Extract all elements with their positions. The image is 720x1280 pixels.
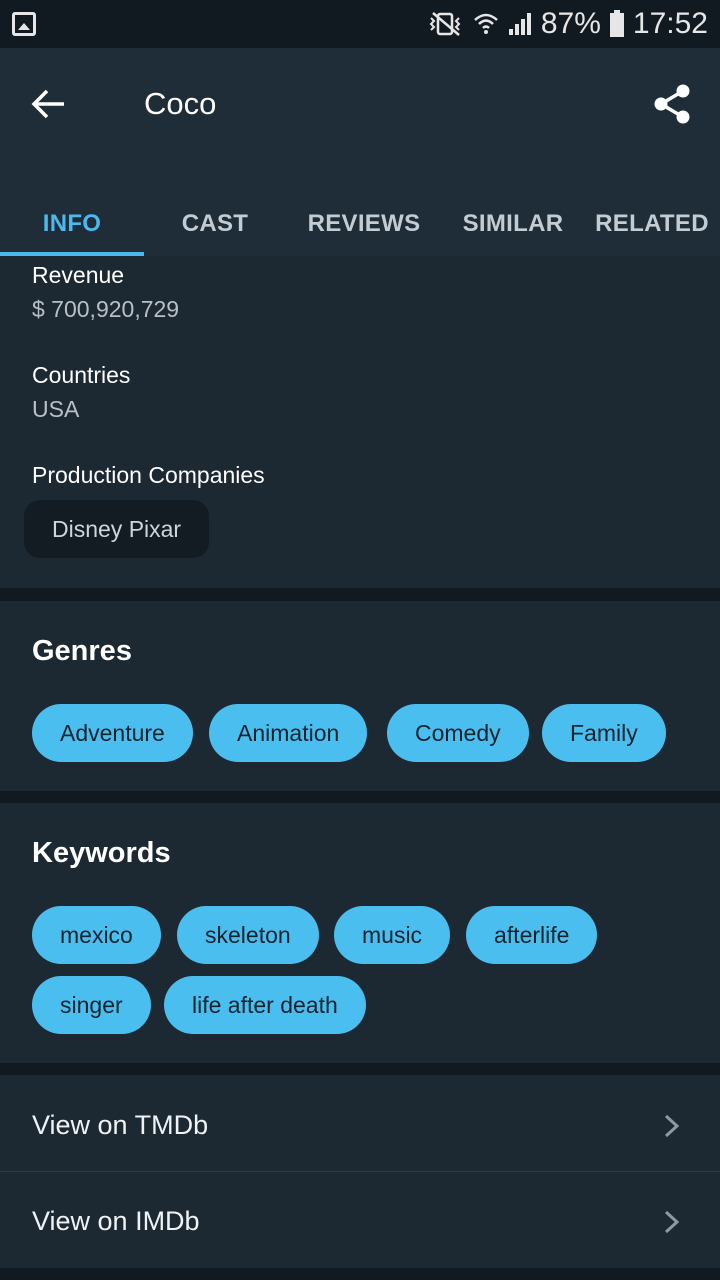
gallery-notification-icon [12,12,36,36]
chevron-right-icon [664,1210,680,1234]
share-icon[interactable] [652,82,692,126]
chevron-right-icon [664,1114,680,1138]
keyword-chip[interactable]: afterlife [466,906,598,964]
tab-cast[interactable]: CAST [144,192,286,256]
keywords-title: Keywords [32,837,171,869]
view-on-tmdb-label: View on TMDb [32,1109,209,1140]
view-on-imdb-label: View on IMDb [32,1205,200,1236]
keyword-chip[interactable]: mexico [32,906,161,964]
keyword-chip[interactable]: life after death [164,976,366,1034]
tab-related[interactable]: RELATED [584,192,720,256]
app-bar: Coco INFO CAST REVIEWS SIMILAR RELATED [0,48,720,256]
countries-value: USA [32,396,80,422]
signal-icon [508,13,531,35]
mute-vibrate-icon [429,12,461,36]
tab-bar: INFO CAST REVIEWS SIMILAR RELATED [0,192,720,256]
keyword-chip[interactable]: singer [32,976,151,1034]
status-bar: 87% 17:52 [0,0,720,48]
production-company-chip[interactable]: Disney Pixar [24,500,210,558]
countries-label: Countries [32,362,131,388]
genre-chip[interactable]: Animation [209,704,368,762]
genre-chip[interactable]: Comedy [387,704,529,762]
info-section: Revenue $ 700,920,729 Countries USA Prod… [0,256,720,588]
view-on-tmdb-row[interactable]: View on TMDb [0,1077,720,1173]
tab-info[interactable]: INFO [0,192,144,256]
tab-similar[interactable]: SIMILAR [442,192,584,256]
keyword-chip[interactable]: skeleton [177,906,319,964]
back-arrow-icon[interactable] [28,84,68,124]
divider [0,1171,720,1172]
keyword-chip[interactable]: music [334,906,451,964]
genre-chip[interactable]: Adventure [32,704,193,762]
clock: 17:52 [632,7,708,40]
genres-title: Genres [32,635,132,667]
battery-icon [609,10,624,37]
production-companies-label: Production Companies [32,462,265,488]
genres-section: Genres Adventure Animation Comedy Family [0,601,720,791]
page-title: Coco [144,86,217,121]
battery-percent: 87% [540,7,601,40]
external-links-section: View on TMDb View on IMDb [0,1075,720,1268]
revenue-value: $ 700,920,729 [32,296,180,322]
wifi-icon [474,13,498,34]
keywords-section: Keywords mexico skeleton music afterlife… [0,803,720,1063]
tab-reviews[interactable]: REVIEWS [286,192,442,256]
view-on-imdb-row[interactable]: View on IMDb [0,1173,720,1269]
genre-chip[interactable]: Family [542,704,666,762]
revenue-label: Revenue [32,262,125,288]
